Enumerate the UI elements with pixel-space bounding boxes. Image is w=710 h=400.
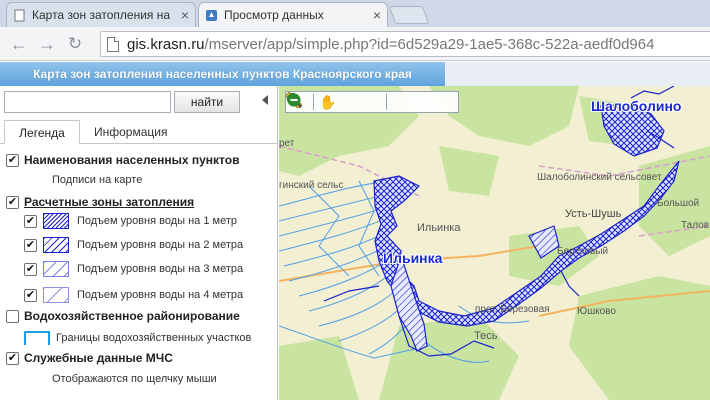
legend-item-label: Отображаются по щелчку мыши [52,373,217,385]
map-label-shalobolino: Шалоболино [591,98,682,114]
map-label-council-left: гинский сельс [279,180,344,191]
site-icon [206,9,217,21]
legend-group-settlements: Наименования населенных пунктов [6,151,239,169]
url-host: gis.krasn.ru [127,35,205,53]
legend-group-flood-zones: Расчетные зоны затопления [6,193,194,211]
checkbox-emergency[interactable] [6,351,19,365]
boundary-swatch-icon [24,331,50,345]
map-label-shalobolino-council: Шалоболинский сельсовет [537,172,662,183]
ruler-icon[interactable] [286,92,382,112]
forward-arrow-icon[interactable]: → [36,33,58,55]
map-label-talov: Талов [681,220,710,231]
browser-tab-data[interactable]: Просмотр данных × [198,2,388,27]
legend-item-water-boundaries: Границы водохозяйственных участков [20,329,251,347]
pan-hand-icon[interactable]: ✋ [318,92,338,112]
app-title: Карта зон затопления населенных пунктов … [0,62,445,86]
browser-tabstrip: Карта зон затопления на × Просмотр данны… [0,0,710,27]
legend-item: Отображаются по щелчку мыши [52,370,217,388]
toolbar-separator [386,94,387,110]
hatch-swatch-icon [43,237,69,253]
legend-group-label: Наименования населенных пунктов [24,153,240,167]
map-label-ilinka-big: Ильинка [383,250,443,266]
hatch-swatch-icon [43,287,69,303]
map-view[interactable]: ✋ i Шалоболино Шалоболинский сельсовет И… [279,86,710,400]
close-icon[interactable]: × [181,7,189,23]
app-header: Карта зон затопления населенных пунктов … [0,62,710,86]
left-panel: найти Легенда Информация Наименования на… [0,86,278,400]
map-label-berezovy: Березовый [557,246,609,257]
address-bar[interactable]: gis.krasn.ru/mserver/app/simple.php?id=6… [100,31,710,57]
map-toolbar: ✋ i [285,91,459,113]
browser-tab-title: Карта зон затопления на [32,8,171,22]
map-label-prot-berezovaya: прот. Березовая [475,304,550,315]
legend-group-label: Расчетные зоны затопления [24,195,195,209]
close-icon[interactable]: × [373,7,381,23]
checkbox-flood-zones[interactable] [6,195,19,209]
legend-item-flood-1m: Подъем уровня воды на 1 метр [24,212,237,230]
legend-group-water-zoning: Водохозяйственное районирование [6,307,240,325]
search-button[interactable]: найти [174,91,240,113]
collapse-arrow-icon[interactable] [262,95,268,105]
legend-item-label: Подписи на карте [52,174,143,186]
legend-item-label: Границы водохозяйственных участков [56,332,252,344]
legend-item: Подписи на карте [52,171,142,189]
checkbox-flood-2m[interactable] [24,238,37,252]
tab-information[interactable]: Информация [84,120,177,144]
checkbox-flood-4m[interactable] [24,288,37,302]
legend-item-label: Подъем уровня воды на 4 метра [77,289,244,301]
zoom-in-icon[interactable] [287,92,433,112]
search-input[interactable] [4,91,171,113]
url-path: /mserver/app/simple.php?id=6d529a29-1ae5… [204,35,655,53]
browser-tab-title: Просмотр данных [224,8,324,22]
tab-legend[interactable]: Легенда [4,120,80,144]
toolbar-separator [313,94,314,110]
map-label-ust-shush: Усть-Шушь [565,208,622,220]
back-arrow-icon[interactable]: ← [8,33,30,55]
hatch-swatch-icon [43,213,69,229]
zoom-box-icon[interactable] [287,92,411,112]
legend-group-label: Служебные данные МЧС [24,351,173,365]
legend-item-label: Подъем уровня воды на 2 метра [77,239,244,251]
map-canvas [279,86,710,400]
browser-tab-map[interactable]: Карта зон затопления на × [6,2,196,27]
legend-group-emergency: Служебные данные МЧС [6,349,173,367]
checkbox-flood-3m[interactable] [24,262,37,276]
checkbox-flood-1m[interactable] [24,214,37,228]
reload-icon[interactable]: ↻ [64,33,86,55]
checkbox-settlements[interactable] [6,153,19,167]
map-label-tes: Тесь [474,330,498,342]
hatch-swatch-icon [43,261,69,277]
map-label-ilinka-small: Ильинка [417,222,461,234]
browser-toolbar: ← → ↻ gis.krasn.ru/mserver/app/simple.ph… [0,27,710,61]
map-label-bolshoy: Большой [657,198,700,209]
map-label-yushkovo: Юшково [577,306,616,317]
panel-tabs: Легенда Информация [0,118,277,144]
legend-item-label: Подъем уровня воды на 3 метра [77,263,244,275]
new-tab-button[interactable] [388,6,430,24]
legend-item-label: Подъем уровня воды на 1 метр [77,215,237,227]
page-icon [107,36,119,52]
identify-icon[interactable]: i [287,92,360,112]
legend-group-label: Водохозяйственное районирование [24,309,240,323]
checkbox-water-zoning[interactable] [6,309,19,323]
zoom-out-icon[interactable] [287,92,455,112]
document-icon [14,9,25,21]
legend-item-flood-3m: Подъем уровня воды на 3 метра [24,260,243,278]
legend-item-flood-2m: Подъем уровня воды на 2 метра [24,236,243,254]
map-label-ret: рет [279,138,295,149]
legend-item-flood-4m: Подъем уровня воды на 4 метра [24,286,243,304]
